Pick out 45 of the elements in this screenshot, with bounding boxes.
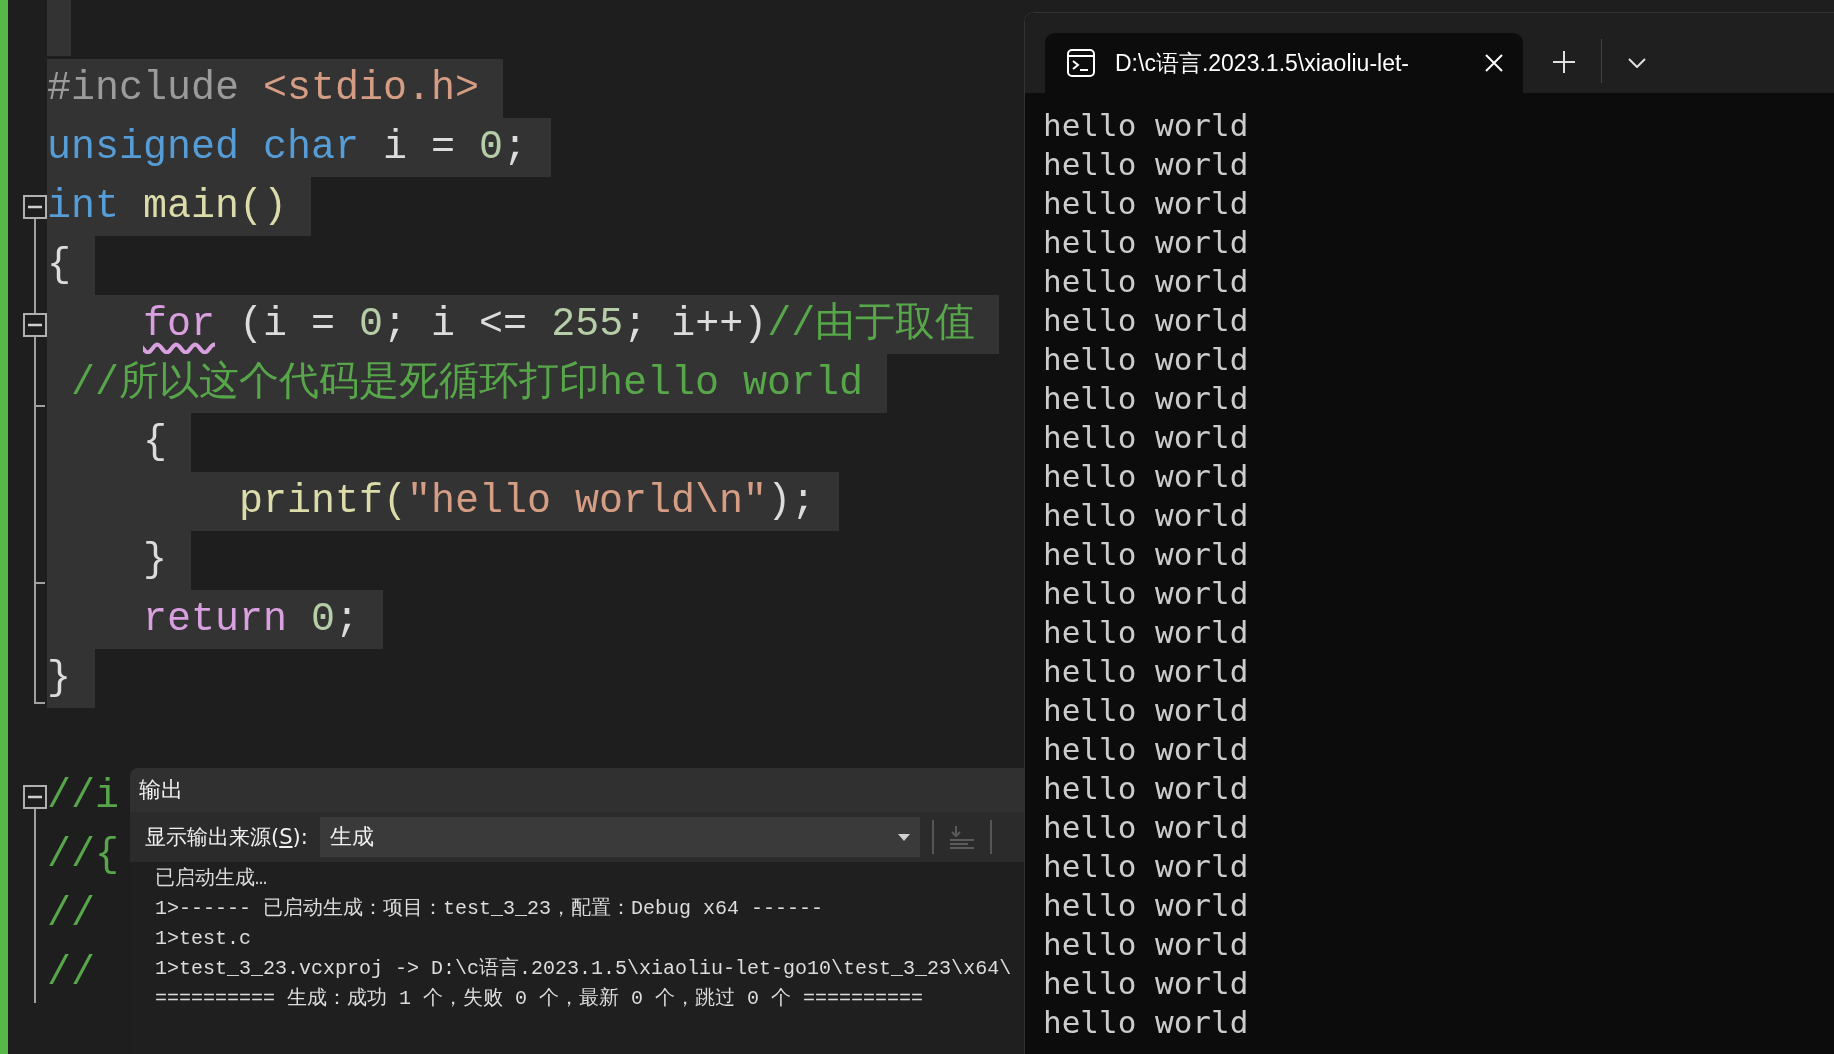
chevron-down-icon[interactable] — [1628, 58, 1646, 68]
terminal-line: hello world — [1043, 847, 1250, 886]
terminal-line: hello world — [1043, 496, 1250, 535]
terminal-tab[interactable]: D:\c语言.2023.1.5\xiaoliu-let- — [1045, 33, 1523, 93]
terminal-line: hello world — [1043, 574, 1250, 613]
terminal-line: hello world — [1043, 1003, 1250, 1042]
collapse-icon[interactable] — [23, 195, 47, 219]
terminal-line: hello world — [1043, 379, 1250, 418]
code-line: //i — [47, 773, 120, 821]
terminal-line: hello world — [1043, 106, 1250, 145]
terminal-line: hello world — [1043, 691, 1250, 730]
terminal-line: hello world — [1043, 301, 1250, 340]
console-icon — [1067, 49, 1095, 77]
output-line: 已启动生成… — [155, 866, 268, 892]
caret-icon — [897, 833, 910, 841]
code-line: //{ — [47, 832, 120, 880]
collapse-icon[interactable] — [23, 785, 47, 809]
terminal-line: hello world — [1043, 457, 1250, 496]
terminal-line: hello world — [1043, 886, 1250, 925]
terminal-line: hello world — [1043, 223, 1250, 262]
source-dropdown[interactable]: 生成 — [319, 817, 920, 857]
output-line: 1>------ 已启动生成：项目：test_3_23，配置：Debug x64 ------ — [155, 896, 825, 922]
code-line: // — [47, 950, 96, 998]
output-line: 1>test_3_23.vcxproj -> D:\c语言.2023.1.5\xiaoliu-let-go10\test_3_23\x64\ — [155, 956, 1013, 982]
terminal-line: hello world — [1043, 925, 1250, 964]
terminal-line: hello world — [1043, 730, 1250, 769]
terminal-line: hello world — [1043, 535, 1250, 574]
new-tab-icon[interactable] — [1553, 51, 1575, 73]
source-label: 显示输出来源(S): — [145, 824, 308, 851]
output-line: 1>test.c — [155, 926, 252, 952]
terminal-line: hello world — [1043, 808, 1250, 847]
collapse-icon[interactable] — [23, 313, 47, 337]
code-line: // — [47, 891, 96, 939]
close-icon[interactable] — [1485, 54, 1503, 72]
terminal-line: hello world — [1043, 652, 1250, 691]
terminal-line: hello world — [1043, 340, 1250, 379]
terminal-line: hello world — [1043, 418, 1250, 457]
output-line: ========== 生成：成功 1 个，失败 0 个，最新 0 个，跳过 0 个 ========== — [155, 986, 925, 1012]
terminal-line: hello world — [1043, 769, 1250, 808]
terminal-line: hello world — [1043, 145, 1250, 184]
terminal-line: hello world — [1043, 613, 1250, 652]
terminal-line: hello world — [1043, 262, 1250, 301]
terminal-line: hello world — [1043, 964, 1250, 1003]
terminal-line: hello world — [1043, 184, 1250, 223]
panel-title: 输出 — [139, 776, 183, 804]
